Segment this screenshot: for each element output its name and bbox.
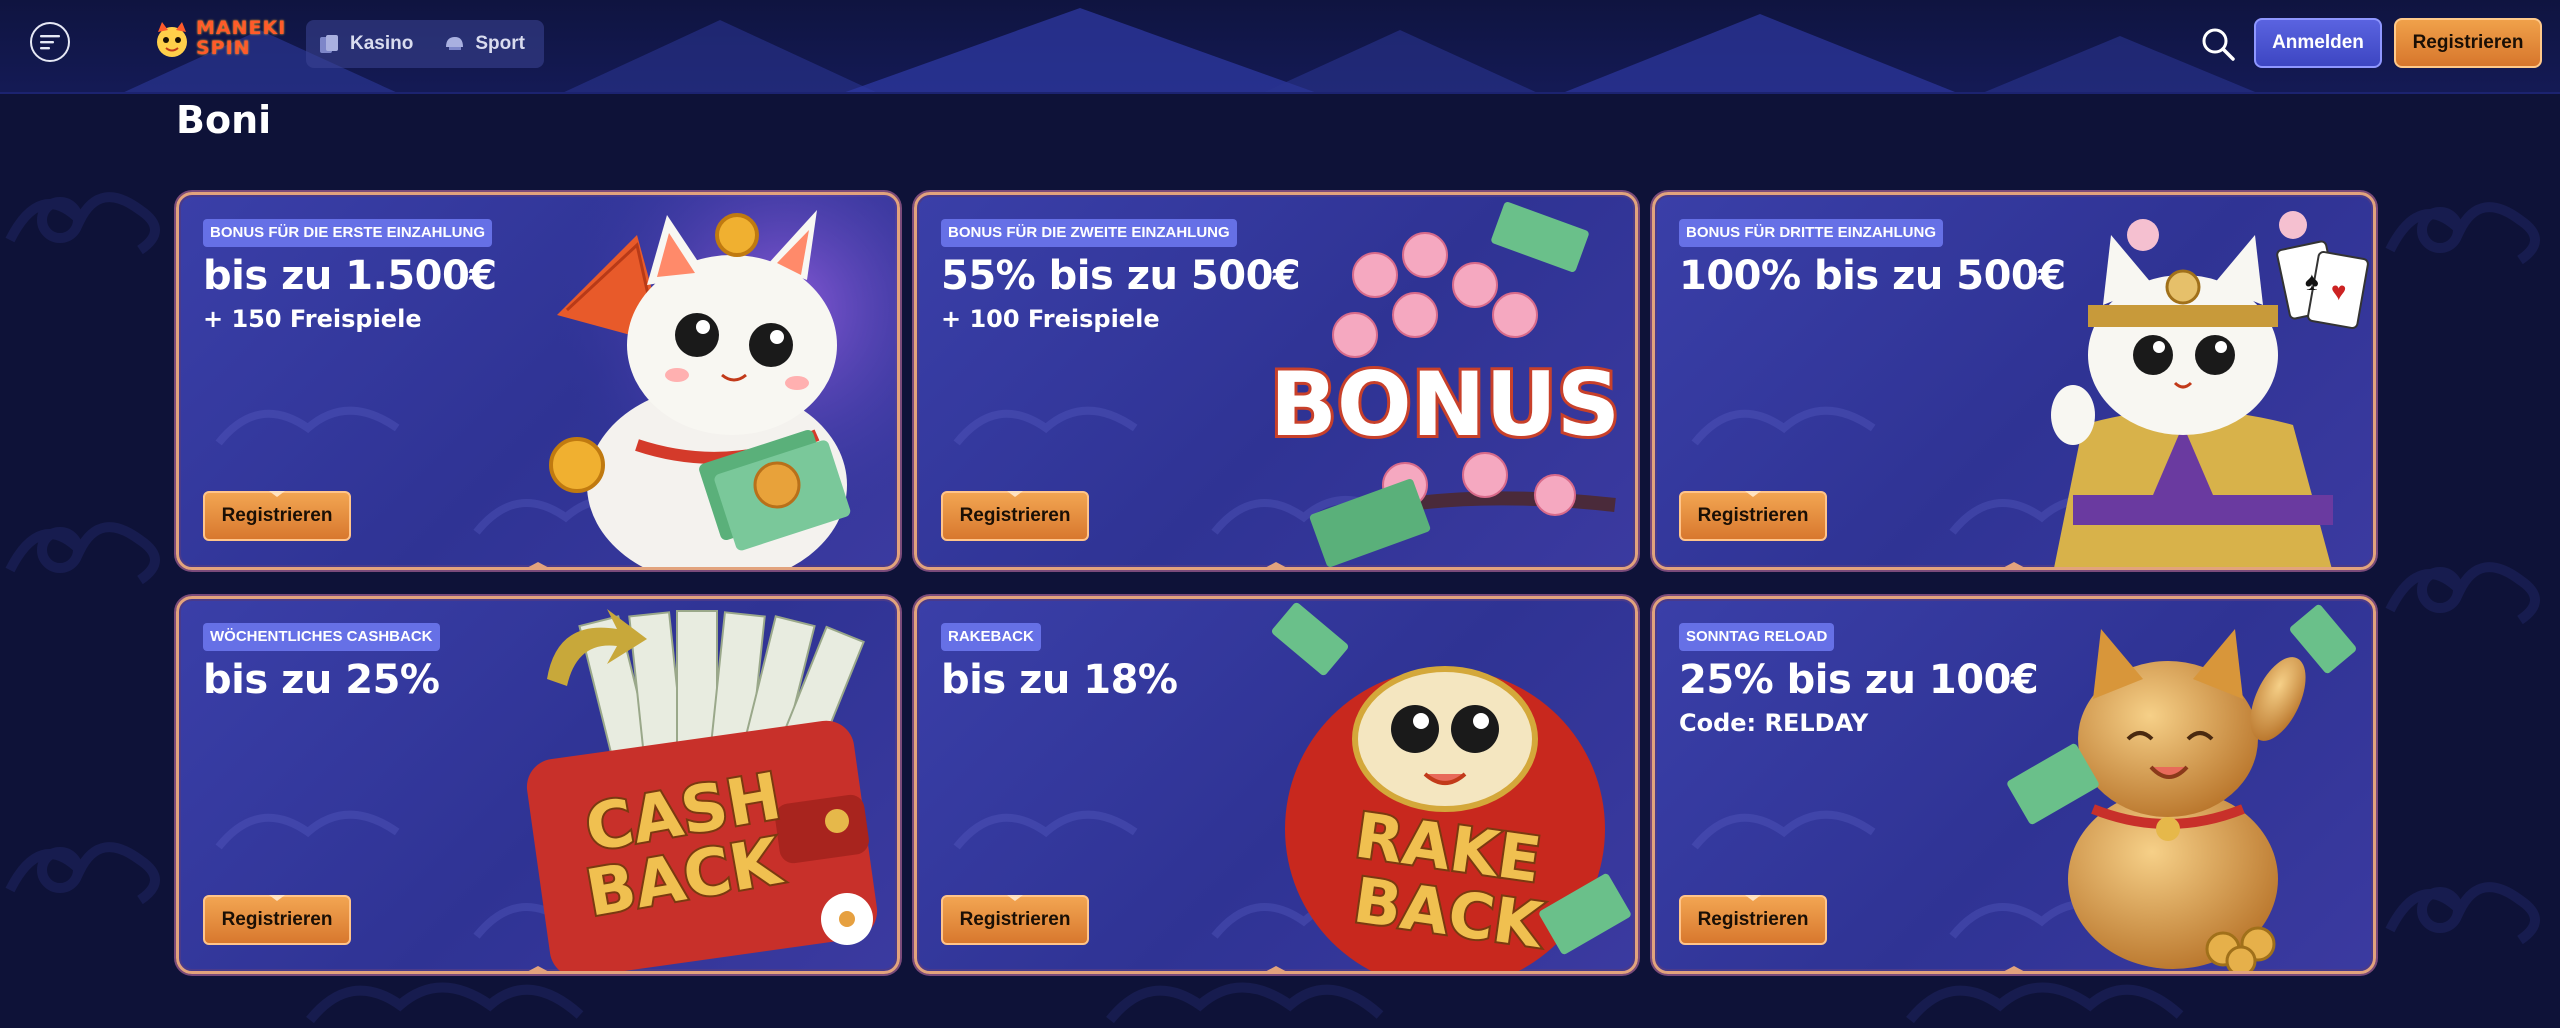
bonus-badge: SONNTAG RELOAD xyxy=(1679,623,1835,651)
maneki-spin-logo[interactable]: MANEKI SPIN xyxy=(152,16,285,66)
register-cta-button[interactable]: Registrieren xyxy=(203,491,351,541)
daruma-rakeback-art: RAKE BACK xyxy=(1271,602,1631,971)
bonus-subline: + 100 Freispiele xyxy=(941,305,1160,333)
main-nav: Kasino Sport xyxy=(306,20,544,68)
kimono-cat-cards-art: ♠ ♥ xyxy=(2051,211,2369,567)
hamburger-menu-button[interactable] xyxy=(30,22,70,62)
bonus-blossom-art: BONUS xyxy=(1267,202,1623,567)
maneki-cat-fan-art xyxy=(517,195,897,567)
page-title: Boni xyxy=(176,98,272,142)
bonus-code: Code: RELDAY xyxy=(1679,709,1869,737)
bonus-headline: 25% bis zu 100€ xyxy=(1679,657,2039,703)
bonus-badge: WÖCHENTLICHES CASHBACK xyxy=(203,623,440,651)
helmet-icon xyxy=(446,37,464,50)
bonus-card-rakeback[interactable]: RAKEBACK bis zu 18% Registrieren RAKE BA… xyxy=(914,596,1638,974)
search-icon xyxy=(2202,28,2235,61)
bonus-card-first-deposit[interactable]: BONUS FÜR DIE ERSTE EINZAHLUNG bis zu 1.… xyxy=(176,192,900,570)
search-button[interactable] xyxy=(2200,26,2236,62)
bonus-card-second-deposit[interactable]: BONUS FÜR DIE ZWEITE EINZAHLUNG 55% bis … xyxy=(914,192,1638,570)
bonus-art-text: BONUS xyxy=(1270,353,1620,456)
register-button[interactable]: Registrieren xyxy=(2394,18,2542,68)
bonus-badge: RAKEBACK xyxy=(941,623,1041,651)
maneki-cat-logo-icon xyxy=(157,22,187,57)
bonus-card-third-deposit[interactable]: BONUS FÜR DRITTE EINZAHLUNG 100% bis zu … xyxy=(1652,192,2376,570)
bonus-badge: BONUS FÜR DRITTE EINZAHLUNG xyxy=(1679,219,1943,247)
nav-sport[interactable]: Sport xyxy=(443,33,525,55)
register-cta-button[interactable]: Registrieren xyxy=(941,895,1089,945)
bonus-subline: + 150 Freispiele xyxy=(203,305,422,333)
bonus-headline: 55% bis zu 500€ xyxy=(941,253,1301,299)
nav-kasino[interactable]: Kasino xyxy=(318,33,413,55)
bonus-card-weekly-cashback[interactable]: WÖCHENTLICHES CASHBACK bis zu 25% Regist… xyxy=(176,596,900,974)
cashback-wallet-art: CASH BACK xyxy=(526,609,878,971)
register-cta-button[interactable]: Registrieren xyxy=(1679,491,1827,541)
svg-text:♥: ♥ xyxy=(2331,276,2346,306)
register-cta-button[interactable]: Registrieren xyxy=(941,491,1089,541)
bonus-badge: BONUS FÜR DIE ZWEITE EINZAHLUNG xyxy=(941,219,1237,247)
cards-icon xyxy=(320,35,338,53)
svg-text:♠: ♠ xyxy=(2305,266,2319,296)
register-cta-button[interactable]: Registrieren xyxy=(1679,895,1827,945)
bonus-headline: bis zu 18% xyxy=(941,657,1178,703)
menu-icon xyxy=(40,35,60,50)
bonus-headline: bis zu 1.500€ xyxy=(203,253,497,299)
register-cta-button[interactable]: Registrieren xyxy=(203,895,351,945)
login-button[interactable]: Anmelden xyxy=(2254,18,2382,68)
bonus-headline: bis zu 25% xyxy=(203,657,440,703)
golden-cat-art xyxy=(2007,604,2356,971)
bonus-card-sunday-reload[interactable]: SONNTAG RELOAD 25% bis zu 100€ Code: REL… xyxy=(1652,596,2376,974)
logo-wordmark: MANEKI SPIN xyxy=(196,17,287,59)
bonus-badge: BONUS FÜR DIE ERSTE EINZAHLUNG xyxy=(203,219,493,247)
top-header: MANEKI SPIN Kasino Sport Anmelden Regist… xyxy=(0,0,2560,94)
